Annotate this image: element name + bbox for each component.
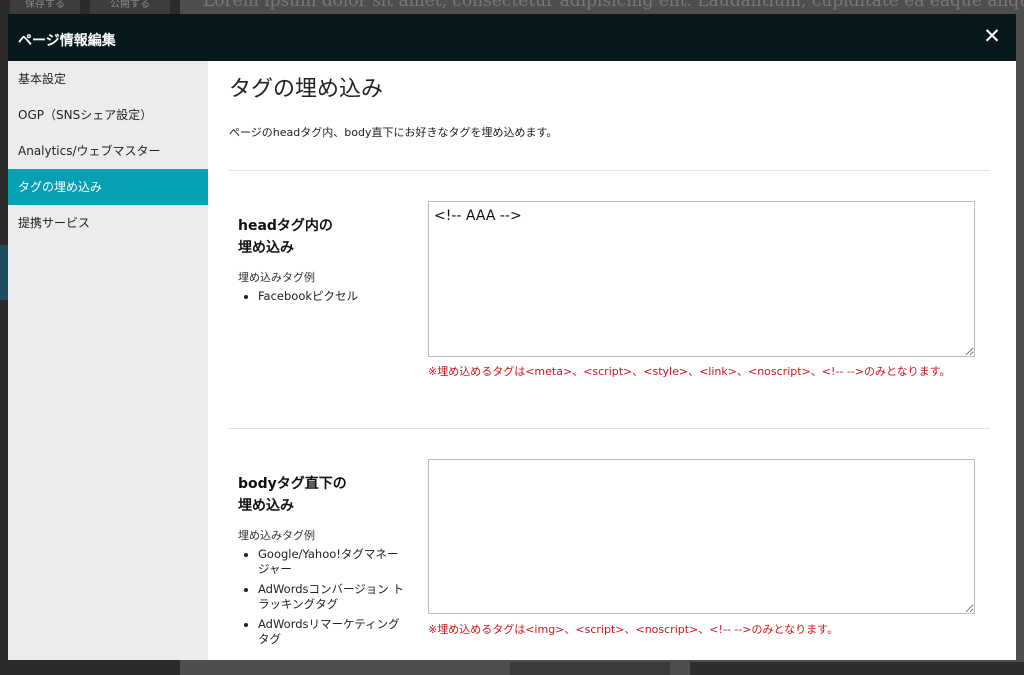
body-examples-label: 埋め込みタグ例 bbox=[238, 529, 315, 542]
body-section-title: bodyタグ直下の 埋め込み bbox=[238, 473, 347, 517]
list-item: Facebookピクセル bbox=[258, 289, 408, 304]
background-accent bbox=[0, 245, 8, 300]
head-tag-note: ※埋め込めるタグは<meta>、<script>、<style>、<link>、… bbox=[428, 365, 951, 378]
background-text: Lorem ipsum dolor sit amet, consectetur … bbox=[203, 0, 1024, 11]
background-publish-button: 公開する bbox=[90, 0, 170, 14]
head-examples-label: 埋め込みタグ例 bbox=[238, 271, 315, 284]
sidebar-item-partner-services[interactable]: 提携サービス bbox=[8, 205, 208, 241]
modal-sidebar: 基本設定 OGP（SNSシェア設定） Analytics/ウェブマスター タグの… bbox=[8, 61, 208, 660]
head-tag-textarea[interactable]: <!-- AAA --> bbox=[428, 201, 975, 357]
modal-title: ページ情報編集 bbox=[18, 33, 116, 49]
divider bbox=[228, 170, 990, 171]
list-item: AdWordsコンバージョン トラッキングタグ bbox=[258, 582, 408, 612]
sidebar-item-basic-settings[interactable]: 基本設定 bbox=[8, 61, 208, 97]
body-section-title-line1: bodyタグ直下の bbox=[238, 476, 347, 492]
sidebar-item-label: タグの埋め込み bbox=[18, 180, 103, 194]
divider bbox=[228, 428, 990, 429]
head-section-title-line1: headタグ内の bbox=[238, 218, 333, 234]
sidebar-item-analytics[interactable]: Analytics/ウェブマスター bbox=[8, 133, 208, 169]
body-examples-list: Google/Yahoo!タグマネージャー AdWordsコンバージョン トラッ… bbox=[240, 547, 408, 652]
modal-header: ページ情報編集 ✕ bbox=[8, 14, 1016, 61]
page-title: タグの埋め込み bbox=[229, 77, 384, 102]
page-description: ページのheadタグ内、body直下にお好きなタグを埋め込めます。 bbox=[229, 126, 558, 139]
head-examples-list: Facebookピクセル bbox=[240, 289, 408, 309]
sidebar-item-label: 基本設定 bbox=[18, 72, 67, 86]
body-tag-note: ※埋め込めるタグは<img>、<script>、<noscript>、<!-- … bbox=[428, 623, 839, 636]
page-info-edit-modal: ページ情報編集 ✕ 基本設定 OGP（SNSシェア設定） Analytics/ウ… bbox=[8, 14, 1016, 660]
list-item: Google/Yahoo!タグマネージャー bbox=[258, 547, 408, 577]
body-section-title-line2: 埋め込み bbox=[238, 498, 294, 514]
background-save-button: 保存する bbox=[10, 0, 80, 14]
head-section-title: headタグ内の 埋め込み bbox=[238, 215, 333, 259]
sidebar-item-label: 提携サービス bbox=[18, 216, 91, 230]
close-button[interactable]: ✕ bbox=[980, 24, 1004, 48]
head-section-title-line2: 埋め込み bbox=[238, 240, 294, 256]
sidebar-item-label: OGP（SNSシェア設定） bbox=[18, 108, 153, 122]
background-shape bbox=[510, 662, 670, 675]
background-shape-2 bbox=[690, 662, 1024, 675]
sidebar-item-tag-embed[interactable]: タグの埋め込み bbox=[8, 169, 208, 205]
close-icon: ✕ bbox=[983, 24, 1001, 48]
list-item: AdWordsリマーケティングタグ bbox=[258, 617, 408, 647]
modal-content: タグの埋め込み ページのheadタグ内、body直下にお好きなタグを埋め込めます… bbox=[208, 61, 1016, 660]
sidebar-item-ogp[interactable]: OGP（SNSシェア設定） bbox=[8, 97, 208, 133]
body-tag-textarea[interactable] bbox=[428, 459, 975, 614]
sidebar-item-label: Analytics/ウェブマスター bbox=[18, 144, 161, 158]
